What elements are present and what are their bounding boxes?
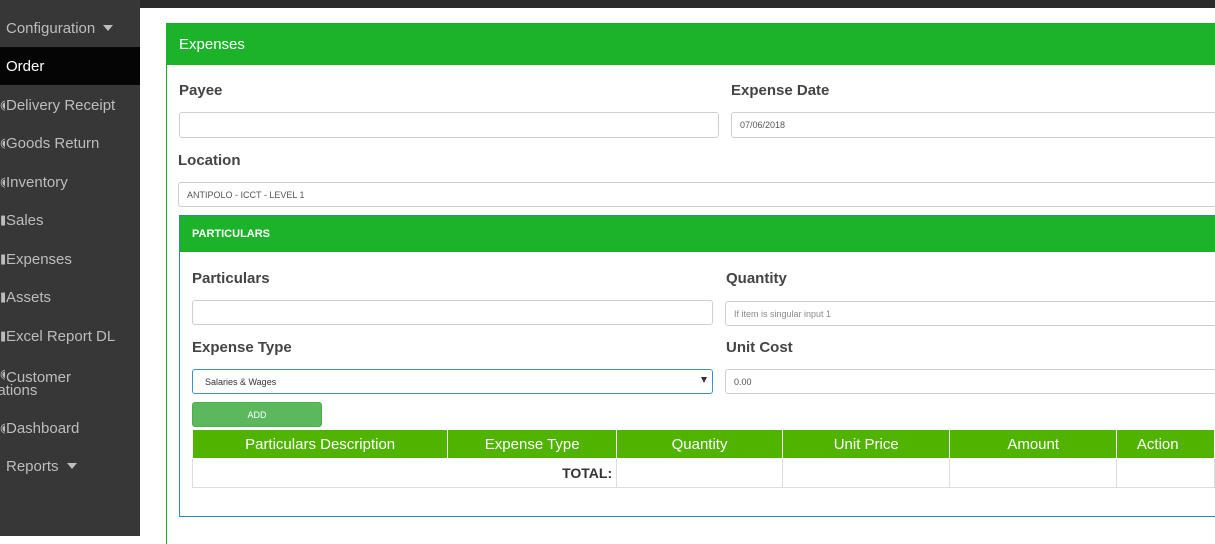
sidebar-item-label: Dashboard xyxy=(6,419,80,437)
caret-down-icon xyxy=(66,463,77,469)
chevron-down-icon xyxy=(701,377,707,383)
excel-icon: ▮ xyxy=(0,328,5,343)
add-button[interactable]: ADD xyxy=(192,402,322,427)
sidebar-item-label: Reports xyxy=(6,457,59,475)
location-label: Location xyxy=(178,152,241,169)
sidebar-item-excel-report[interactable]: ▮ Excel Report DL xyxy=(0,317,140,355)
expenses-icon: ▮ xyxy=(0,251,5,266)
sidebar-item-dashboard[interactable]: ◉ Dashboard xyxy=(0,409,140,447)
table-cell xyxy=(1115,458,1215,488)
sidebar: Configuration Order ◉ Delivery Receipt ◉… xyxy=(0,0,140,536)
expense-date-input[interactable] xyxy=(731,112,1215,138)
sidebar-item-configuration[interactable]: Configuration xyxy=(0,9,140,47)
goods-return-icon: ◉ xyxy=(0,135,5,151)
sidebar-item-assets[interactable]: ▮ Assets xyxy=(0,278,140,316)
top-strip xyxy=(140,0,1215,8)
sidebar-item-delivery-receipt[interactable]: ◉ Delivery Receipt xyxy=(0,86,140,124)
unit-cost-input[interactable] xyxy=(725,369,1215,394)
table-cell xyxy=(781,458,951,488)
sidebar-item-customer-relations[interactable]: ◉Customer lations xyxy=(0,364,140,404)
quantity-label: Quantity xyxy=(726,270,787,287)
column-header: Action xyxy=(1115,429,1215,459)
sidebar-item-label-continued: lations xyxy=(0,382,38,399)
delivery-icon: ◉ xyxy=(0,97,5,113)
sidebar-item-reports[interactable]: Reports xyxy=(0,447,140,485)
column-header: Amount xyxy=(949,429,1117,459)
sidebar-item-order[interactable]: Order xyxy=(0,47,140,85)
column-header: Particulars Description xyxy=(191,429,449,459)
table-row: TOTAL: xyxy=(191,458,1215,488)
sidebar-item-label: Goods Return xyxy=(6,134,100,152)
sidebar-item-label: Order xyxy=(6,57,45,75)
total-label: TOTAL: xyxy=(191,458,618,488)
expense-date-label: Expense Date xyxy=(731,82,830,99)
sidebar-item-label: Excel Report DL xyxy=(6,327,116,345)
column-header: Unit Price xyxy=(781,429,951,459)
particulars-title: PARTICULARS xyxy=(180,216,1215,252)
customer-icon: ◉ xyxy=(0,366,5,382)
location-input[interactable] xyxy=(178,182,1215,207)
sidebar-item-label: Sales xyxy=(6,211,44,229)
sidebar-item-sales[interactable]: ▮ Sales xyxy=(0,201,140,239)
column-header: Expense Type xyxy=(447,429,618,459)
table-header-row: Particulars Description Expense Type Qua… xyxy=(191,429,1215,459)
caret-down-icon xyxy=(103,25,114,31)
particulars-label: Particulars xyxy=(192,270,270,287)
assets-icon: ▮ xyxy=(0,289,5,304)
dashboard-icon: ◉ xyxy=(0,420,5,436)
sidebar-item-expenses[interactable]: ▮ Expenses xyxy=(0,240,140,278)
table-cell xyxy=(949,458,1117,488)
payee-input[interactable] xyxy=(179,112,719,138)
inventory-icon: ◉ xyxy=(0,174,5,190)
sidebar-item-label: Configuration xyxy=(6,19,96,37)
payee-label: Payee xyxy=(179,82,223,99)
sidebar-item-label: Delivery Receipt xyxy=(6,96,116,114)
sidebar-item-label: Expenses xyxy=(6,250,72,268)
expense-type-label: Expense Type xyxy=(192,339,292,356)
sidebar-item-label: Assets xyxy=(6,288,52,306)
quantity-input[interactable] xyxy=(725,301,1215,326)
sales-icon: ▮ xyxy=(0,212,5,227)
panel-title: Expenses xyxy=(167,24,1215,65)
column-header: Quantity xyxy=(616,429,783,459)
sidebar-item-goods-return[interactable]: ◉ Goods Return xyxy=(0,124,140,162)
sidebar-item-label: Inventory xyxy=(6,173,68,191)
particulars-input[interactable] xyxy=(192,300,713,325)
expense-type-selected: Salaries & Wages xyxy=(205,376,277,387)
expense-type-select[interactable]: Salaries & Wages xyxy=(192,369,713,394)
particulars-table: Particulars Description Expense Type Qua… xyxy=(191,429,1215,488)
sidebar-item-inventory[interactable]: ◉ Inventory xyxy=(0,163,140,201)
unit-cost-label: Unit Cost xyxy=(726,339,793,356)
table-cell xyxy=(616,458,783,488)
